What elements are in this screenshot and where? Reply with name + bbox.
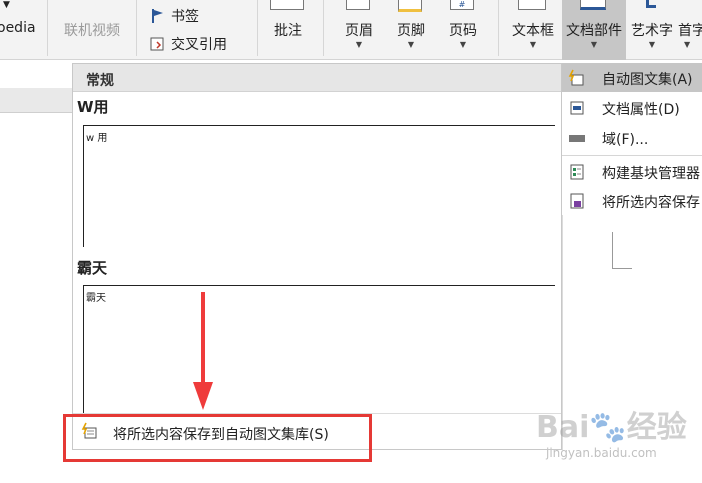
wordart-button[interactable]: 艺术字 ▼	[626, 0, 678, 60]
gallery-entry-preview[interactable]: 霸天	[83, 285, 555, 414]
bookmark-label: 书签	[171, 9, 199, 25]
header-icon	[346, 0, 370, 10]
chevron-down-icon: ▼	[684, 40, 691, 49]
preview-text: 霸天	[86, 293, 106, 304]
watermark-logo: Bai🐾经验	[536, 410, 687, 445]
ribbon-pedia-button[interactable]: oedia ▼	[0, 0, 44, 60]
menu-item-label: 文档属性(D)	[602, 102, 680, 118]
bookmark-button[interactable]: 书签	[149, 6, 199, 26]
online-video-label: 联机视频	[64, 23, 120, 39]
dropcap-label: 首字	[678, 23, 702, 39]
chevron-down-icon: ▼	[3, 0, 10, 10]
page-number-icon: #	[450, 0, 474, 10]
cross-reference-icon	[149, 35, 167, 53]
header-button[interactable]: 页眉 ▼	[334, 0, 384, 60]
menu-item-label: 将所选内容保存	[602, 195, 700, 211]
menu-item-document-property[interactable]: 文档属性(D)	[562, 93, 702, 122]
cross-reference-label: 交叉引用	[171, 37, 227, 53]
ribbon-separator	[323, 0, 324, 56]
ribbon-separator	[498, 0, 499, 56]
page-corner-mark	[612, 268, 632, 269]
annotation-arrow-head	[193, 382, 213, 410]
menu-item-label: 自动图文集(A)	[602, 72, 693, 88]
gallery-entry-title: W用	[77, 98, 109, 116]
doc-parts-button[interactable]: 文档部件 ▼	[562, 0, 626, 60]
annotation-arrow	[201, 292, 205, 384]
chevron-down-icon: ▼	[407, 40, 415, 49]
baidu-watermark: Bai🐾经验 jingyan.baidu.com	[536, 402, 696, 470]
doc-parts-label: 文档部件	[566, 23, 622, 39]
save-selection-icon	[568, 192, 586, 210]
chevron-down-icon: ▼	[529, 40, 537, 49]
dropcap-button[interactable]: 首字 ▼	[678, 0, 702, 60]
menu-item-label: 构建基块管理器	[602, 166, 700, 182]
textbox-label: 文本框	[512, 23, 554, 39]
pedia-label: oedia	[0, 20, 36, 36]
online-video-button[interactable]: 联机视频	[52, 0, 132, 60]
footer-label: 页脚	[397, 23, 425, 39]
menu-item-label: 域(F)...	[602, 132, 649, 148]
menu-item-building-blocks-organizer[interactable]: 构建基块管理器	[562, 157, 702, 186]
document-ruler-band	[0, 88, 72, 113]
cross-reference-button[interactable]: 交叉引用	[149, 34, 227, 54]
menu-item-field[interactable]: 域(F)...	[562, 123, 702, 152]
footer-icon	[398, 0, 422, 12]
chevron-down-icon: ▼	[355, 40, 363, 49]
wordart-label: 艺术字	[631, 23, 673, 39]
chevron-down-icon: ▼	[459, 40, 467, 49]
preview-text: w 用	[86, 133, 108, 144]
comment-icon	[270, 0, 304, 10]
footer-button[interactable]: 页脚 ▼	[386, 0, 436, 60]
gallery-entry-title: 霸天	[77, 259, 108, 277]
chevron-down-icon: ▼	[590, 40, 598, 49]
menu-item-autotext[interactable]: 自动图文集(A)	[562, 63, 702, 92]
ribbon-separator	[136, 0, 137, 56]
ribbon-separator	[47, 0, 48, 56]
field-icon	[568, 129, 586, 147]
annotation-highlight-box	[63, 414, 372, 462]
menu-separator	[562, 155, 702, 156]
gallery-entry-preview[interactable]: w 用	[83, 125, 555, 247]
textbox-button[interactable]: 文本框 ▼	[506, 0, 560, 60]
autotext-icon	[568, 69, 586, 87]
page-number-label: 页码	[449, 23, 477, 39]
header-label: 页眉	[345, 23, 373, 39]
doc-parts-menu: 自动图文集(A) 文档属性(D) 域(F)... 构建基块管理器 将所选内容保存	[562, 63, 702, 215]
ribbon-separator	[257, 0, 258, 56]
chevron-down-icon: ▼	[648, 40, 656, 49]
menu-item-save-selection[interactable]: 将所选内容保存	[562, 186, 702, 215]
building-blocks-icon	[568, 163, 586, 181]
watermark-url: jingyan.baidu.com	[546, 446, 657, 460]
comment-label: 批注	[274, 23, 302, 39]
gallery-category-header: 常规	[73, 64, 561, 92]
autotext-gallery: 常规 W用 w 用 霸天 霸天 将所选内容保存到自动图文集库(S)	[72, 63, 562, 450]
page-corner-mark	[612, 232, 613, 268]
textbox-icon	[518, 0, 546, 10]
page-number-button[interactable]: # 页码 ▼	[438, 0, 488, 60]
doc-parts-icon	[580, 0, 606, 10]
ribbon: oedia ▼ 联机视频 书签 交叉引用 批注 页眉 ▼ 页脚 ▼ # 页码 ▼	[0, 0, 702, 60]
flag-icon	[149, 7, 167, 25]
wordart-icon	[646, 0, 656, 8]
comment-button[interactable]: 批注	[262, 0, 314, 60]
document-property-icon	[568, 99, 586, 117]
